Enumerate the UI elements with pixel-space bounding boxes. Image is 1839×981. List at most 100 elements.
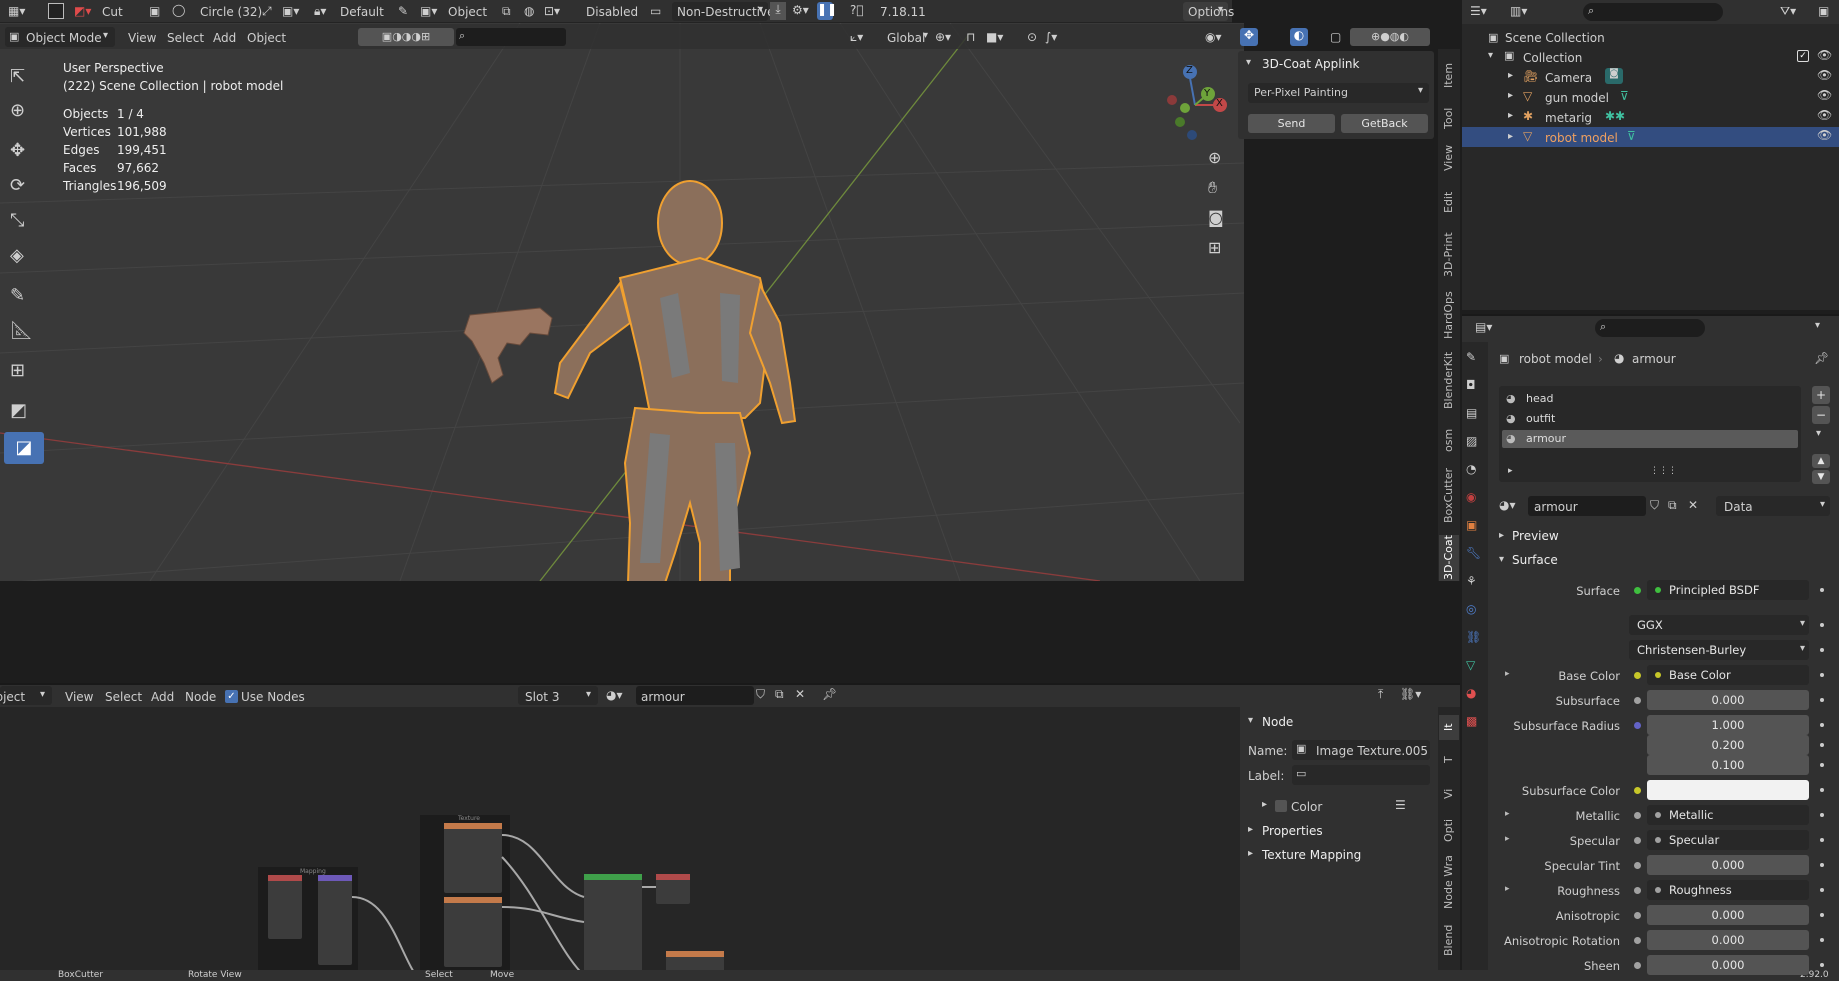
snap-target-icon[interactable]: ■▾ [986, 30, 1003, 44]
expand-arrow-icon[interactable]: ▸ [1505, 834, 1510, 844]
3d-viewport[interactable] [0, 23, 1244, 581]
lock-icon[interactable]: 🔒︎▾ [314, 4, 326, 19]
new-collection-icon[interactable]: ▣ [1818, 4, 1829, 18]
expand-arrow-icon[interactable]: ▸ [1508, 90, 1513, 101]
viewport-tab-8[interactable]: BoxCutter [1439, 465, 1459, 525]
menu-add[interactable]: Add [213, 31, 236, 45]
boolean-icon[interactable]: ▣▾ [282, 4, 299, 18]
viewport-tab-3[interactable]: Edit [1439, 184, 1459, 220]
node-mode-label[interactable]: Object [0, 690, 25, 704]
transform-icon[interactable]: ⟀▾ [850, 30, 863, 45]
filter-icon[interactable]: ⛛▾ [1780, 4, 1796, 19]
viewport-tab-9[interactable]: 3D-Coat [1439, 535, 1459, 581]
physics-tab-icon[interactable]: ◎ [1466, 602, 1476, 630]
preview-section[interactable]: Preview [1512, 529, 1559, 543]
fake-user-icon[interactable]: ⛉ [1650, 498, 1659, 513]
keyframe-dot[interactable] [1820, 788, 1824, 792]
menu-select[interactable]: Select [167, 31, 204, 45]
gizmo-toggle-icon[interactable]: ✥ [1240, 28, 1258, 46]
keyframe-dot[interactable] [1820, 763, 1824, 767]
snap-icon[interactable]: ⧉ [502, 4, 511, 19]
prop-field[interactable]: Principled BSDF [1647, 580, 1809, 600]
menu-object[interactable]: Object [247, 31, 286, 45]
visibility-icon[interactable]: ◉▾ [1205, 30, 1222, 44]
outliner-item-robot[interactable]: robot model [1545, 131, 1618, 145]
object-label[interactable]: Object [448, 5, 487, 19]
snap2-icon[interactable]: ⊡▾ [544, 4, 560, 18]
keyframe-dot[interactable] [1820, 723, 1824, 727]
knife-icon[interactable]: ⤢ [262, 4, 272, 19]
rotate-tool-icon[interactable]: ⟳ [10, 175, 25, 196]
orientation-label[interactable]: Global [887, 31, 925, 45]
viewport-tab-4[interactable]: 3D-Print [1439, 226, 1459, 284]
node-tab-4[interactable]: Node Wra [1439, 852, 1459, 912]
node-tab-0[interactable]: It [1439, 715, 1459, 740]
add-cube-tool-icon[interactable]: ⊞ [10, 360, 25, 381]
keyframe-dot[interactable] [1820, 698, 1824, 702]
modifier-tab-icon[interactable]: 🔧︎ [1466, 546, 1481, 574]
texture-mapping-section[interactable]: Texture Mapping [1262, 848, 1361, 862]
pen-icon[interactable]: ✎ [398, 4, 408, 18]
duplicate-icon[interactable]: ⧉ [1668, 498, 1677, 513]
move-tool-icon[interactable]: ✥ [10, 140, 25, 161]
boxcutter-tool-icon[interactable]: ◩ [10, 400, 27, 421]
data-tab-icon[interactable]: ▽ [1466, 658, 1475, 686]
material-browse-icon[interactable]: ◕▾ [1499, 498, 1516, 512]
circle-icon[interactable]: ◯ [172, 3, 185, 17]
keyframe-dot[interactable] [1820, 963, 1824, 967]
hardops-tool-icon[interactable]: ◪ [4, 432, 44, 464]
fake-user-icon[interactable]: ⛉ [756, 687, 765, 702]
material-name-value[interactable]: armour [1534, 500, 1578, 514]
wire-icon[interactable]: ◍ [524, 4, 534, 18]
prop-field[interactable]: 1.000 [1647, 715, 1809, 735]
remove-slot-button[interactable]: − [1812, 406, 1830, 424]
viewport-tab-7[interactable]: osm [1439, 420, 1459, 460]
texture-tab-icon[interactable]: ▩ [1466, 714, 1477, 742]
prop-field[interactable]: GGX [1629, 615, 1809, 635]
options-label[interactable]: Options [1188, 5, 1234, 19]
expand-arrow-icon[interactable]: ▸ [1508, 110, 1513, 121]
eye-icon[interactable]: 👁︎ [1817, 128, 1832, 142]
properties-section[interactable]: Properties [1262, 824, 1323, 838]
lock-label[interactable]: Default [340, 5, 384, 19]
output-tab-icon[interactable]: ▤ [1466, 406, 1477, 434]
keyframe-dot[interactable] [1820, 648, 1824, 652]
eye-icon[interactable]: 👁︎ [1817, 108, 1832, 122]
particles-tab-icon[interactable]: ⚘ [1466, 574, 1477, 602]
keyframe-dot[interactable] [1820, 913, 1824, 917]
send-button[interactable]: Send [1248, 114, 1335, 133]
brush-label[interactable]: Circle (32) [200, 5, 262, 19]
viewport-tab-2[interactable]: View [1439, 140, 1459, 176]
prop-field[interactable]: Metallic [1647, 805, 1809, 825]
material-sphere-icon[interactable]: ◕▾ [606, 688, 623, 702]
shading-icons[interactable]: ⊕●◍◐ [1350, 28, 1430, 46]
add-slot-button[interactable]: + [1812, 386, 1830, 404]
prop-field[interactable] [1647, 780, 1809, 800]
keyframe-dot[interactable] [1820, 888, 1824, 892]
keyframe-dot[interactable] [1820, 863, 1824, 867]
expand-arrow-icon[interactable]: ▸ [1508, 131, 1513, 142]
prop-field[interactable]: 0.000 [1647, 855, 1809, 875]
prop-field[interactable]: 0.000 [1647, 930, 1809, 950]
keyframe-dot[interactable] [1820, 588, 1824, 592]
collection-checkbox[interactable]: ✓ [1797, 50, 1809, 62]
eye-icon[interactable]: 👁︎ [1817, 88, 1832, 102]
use-nodes-checkbox[interactable]: ✓ [225, 690, 238, 703]
prop-field[interactable]: Roughness [1647, 880, 1809, 900]
viewport-tab-1[interactable]: Tool [1439, 100, 1459, 136]
pin-icon[interactable]: 📌︎ [822, 687, 837, 701]
menu-view[interactable]: View [128, 31, 156, 45]
node-tab-2[interactable]: Vi [1439, 780, 1459, 808]
parent-icon[interactable]: ⤒ [1378, 687, 1383, 702]
annotate-tool-icon[interactable]: ✎ [10, 285, 25, 306]
prop-field[interactable]: 0.000 [1647, 955, 1809, 975]
object-tab-icon[interactable]: ▣ [1466, 518, 1477, 546]
shape-icon[interactable]: ▣ [149, 4, 160, 18]
slot-item[interactable]: head [1526, 392, 1553, 405]
prop-field[interactable]: Christensen-Burley [1629, 640, 1809, 660]
select-box-icon[interactable] [48, 3, 64, 19]
scene-tab-icon[interactable]: ◔ [1466, 462, 1476, 490]
display-mode-icon[interactable]: ▥▾ [1510, 4, 1527, 18]
gear-icon[interactable]: ⚙▾ [792, 3, 809, 17]
move-down-button[interactable]: ▼ [1812, 470, 1830, 484]
